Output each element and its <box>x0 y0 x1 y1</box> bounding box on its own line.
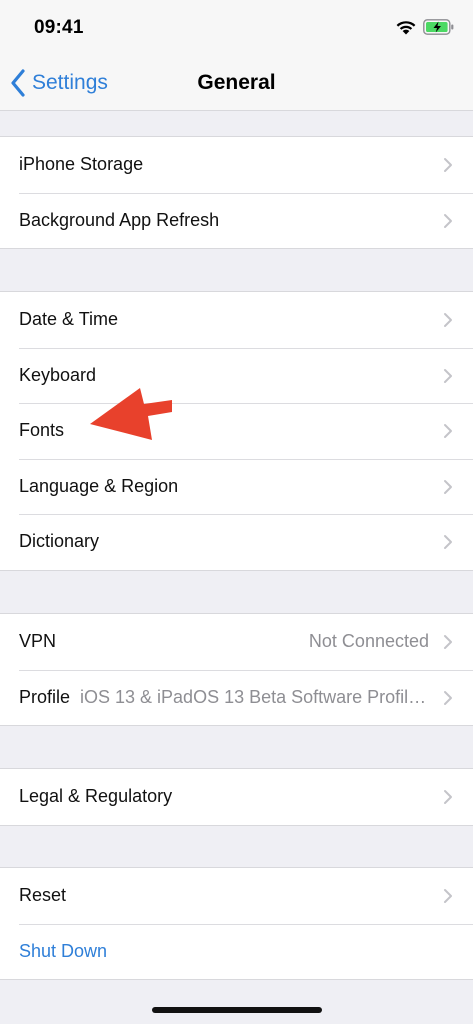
row-dictionary[interactable]: Dictionary <box>0 514 473 570</box>
row-label: VPN <box>19 631 57 651</box>
row-language-region[interactable]: Language & Region <box>0 458 473 515</box>
row-label: Date & Time <box>19 309 119 329</box>
row-fonts[interactable]: Fonts <box>0 403 473 459</box>
wifi-icon <box>396 21 416 35</box>
row-profile[interactable]: Profile iOS 13 & iPadOS 13 Beta Software… <box>0 669 473 726</box>
settings-group-network: VPN Not Connected Profile iOS 13 & iPadO… <box>0 613 473 726</box>
page-title: General <box>197 71 276 94</box>
row-vpn[interactable]: VPN Not Connected <box>0 614 473 670</box>
chevron-right-icon <box>444 158 452 172</box>
home-indicator <box>152 1007 322 1013</box>
settings-group-storage: iPhone Storage Background App Refresh <box>0 136 473 249</box>
battery-charging-icon <box>423 19 454 35</box>
row-label: Keyboard <box>19 364 97 385</box>
chevron-right-icon <box>444 479 452 494</box>
row-label: Shut Down <box>19 940 108 961</box>
row-date-time[interactable]: Date & Time <box>0 292 473 348</box>
chevron-right-icon <box>444 535 452 549</box>
row-label: iPhone Storage <box>19 154 144 174</box>
annotation-arrow-icon <box>90 388 172 440</box>
settings-group-locale: Date & Time Keyboard Fonts Language & Re… <box>0 291 473 571</box>
row-label: Profile <box>19 686 71 707</box>
chevron-right-icon <box>444 313 452 327</box>
profile-value: iOS 13 & iPadOS 13 Beta Software Profile… <box>80 686 429 707</box>
row-label: Legal & Regulatory <box>19 786 173 806</box>
navigation-bar: Settings General <box>0 52 473 111</box>
vpn-status-value: Not Connected <box>308 631 429 651</box>
row-background-app-refresh[interactable]: Background App Refresh <box>0 192 473 249</box>
chevron-right-icon <box>444 635 452 649</box>
row-keyboard[interactable]: Keyboard <box>0 347 473 404</box>
row-label: Dictionary <box>19 531 100 551</box>
row-label: Fonts <box>19 420 65 440</box>
row-reset[interactable]: Reset <box>0 868 473 924</box>
row-label: Language & Region <box>19 475 179 496</box>
row-iphone-storage[interactable]: iPhone Storage <box>0 137 473 193</box>
chevron-right-icon <box>444 889 452 903</box>
chevron-right-icon <box>444 424 452 438</box>
shut-down-button[interactable]: Shut Down <box>0 923 473 980</box>
chevron-right-icon <box>444 690 452 705</box>
row-legal-regulatory[interactable]: Legal & Regulatory <box>0 769 473 825</box>
status-bar: 09:41 <box>0 0 473 52</box>
row-label: Reset <box>19 885 67 905</box>
settings-group-legal: Legal & Regulatory <box>0 768 473 826</box>
settings-group-reset: Reset Shut Down <box>0 867 473 980</box>
status-time: 09:41 <box>34 17 84 38</box>
row-label: Background App Refresh <box>19 209 220 230</box>
chevron-right-icon <box>444 790 452 804</box>
chevron-right-icon <box>444 368 452 383</box>
chevron-right-icon <box>444 213 452 228</box>
